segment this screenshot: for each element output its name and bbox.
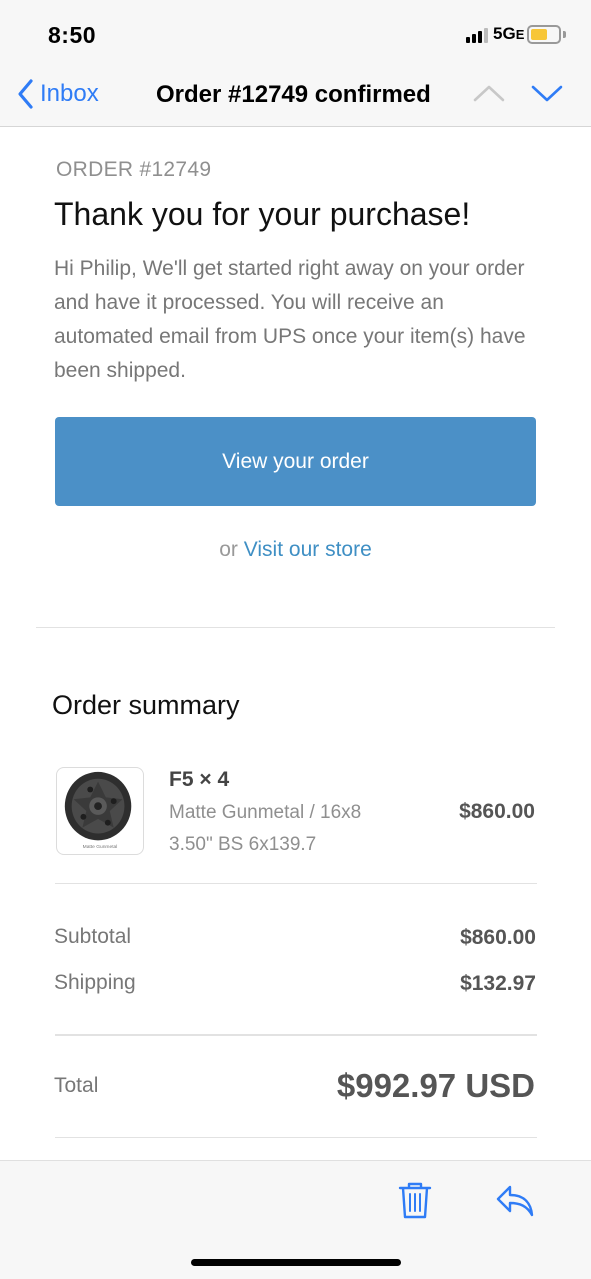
home-indicator	[191, 1259, 401, 1266]
shipping-value: $132.97	[460, 972, 536, 995]
status-time: 8:50	[48, 22, 97, 48]
battery-tip	[563, 31, 566, 38]
bottom-divider	[55, 1137, 537, 1138]
signal-icon	[466, 27, 488, 43]
reply-icon[interactable]	[494, 1183, 536, 1219]
status-bar: 8:50 5GE	[0, 0, 591, 70]
order-number: ORDER #12749	[56, 158, 212, 181]
trash-icon[interactable]	[396, 1180, 434, 1220]
item-spec: 3.50" BS 6x139.7	[169, 834, 317, 855]
back-label: Inbox	[40, 80, 99, 107]
total-label: Total	[54, 1074, 99, 1097]
chevron-left-icon	[18, 79, 33, 109]
item-variant: Matte Gunmetal / 16x8	[169, 802, 362, 823]
shipping-label: Shipping	[54, 971, 136, 994]
item-price: $860.00	[459, 800, 535, 823]
wheel-icon: Matte Gunmetal	[64, 771, 132, 850]
back-button[interactable]: Inbox	[16, 78, 99, 110]
chevron-down-icon[interactable]	[530, 82, 564, 104]
store-prefix: or	[219, 538, 238, 561]
total-value: $992.97 USD	[336, 1067, 535, 1104]
item-divider	[55, 883, 537, 884]
nav-bar: Inbox Order #12749 confirmed	[0, 70, 591, 127]
subtotal-label: Subtotal	[54, 925, 132, 948]
headline: Thank you for your purchase!	[54, 196, 471, 232]
summary-title: Order summary	[52, 690, 240, 720]
visit-store-link[interactable]: Visit our store	[244, 538, 372, 561]
thumb-caption: Matte Gunmetal	[83, 844, 118, 850]
view-order-button[interactable]: View your order	[55, 417, 536, 506]
totals-divider	[55, 1034, 537, 1036]
section-divider	[36, 627, 555, 628]
product-thumbnail: Matte Gunmetal	[56, 767, 144, 855]
network-label: 5GE	[493, 24, 525, 43]
intro-text: Hi Philip, We'll get started right away …	[54, 257, 526, 382]
subtotal-value: $860.00	[460, 926, 536, 949]
nav-title: Order #12749 confirmed	[156, 81, 431, 108]
battery-icon	[527, 25, 561, 44]
item-name: F5 × 4	[169, 768, 230, 791]
chevron-up-icon[interactable]	[472, 82, 506, 104]
store-line: or Visit our store	[0, 538, 591, 562]
